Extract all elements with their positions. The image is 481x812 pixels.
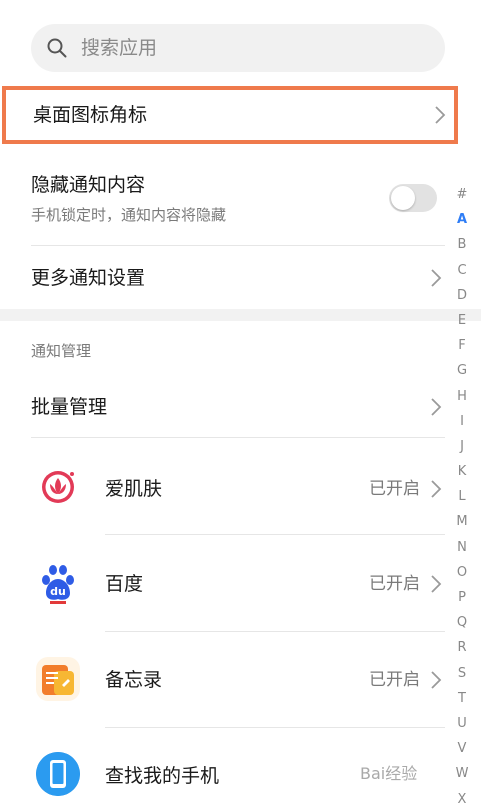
app-status: 已开启 [369,479,420,499]
index-letter[interactable]: O [452,560,472,585]
divider [105,727,445,728]
app-name: 百度 [105,573,144,595]
alphabet-index-bar[interactable]: # A B C D E F G H I J K L M N O P Q R S T U V W X [452,182,472,812]
desktop-badge-label: 桌面图标角标 [33,104,148,126]
index-letter[interactable]: V [452,736,472,761]
index-letter[interactable]: J [452,434,472,459]
index-letter[interactable]: I [452,409,472,434]
svg-text:du: du [50,585,66,598]
divider [31,437,445,438]
batch-manage-label: 批量管理 [31,396,108,418]
hide-content-sublabel: 手机锁定时，通知内容将隐藏 [31,206,227,224]
search-placeholder: 搜索应用 [81,37,158,59]
desktop-badge-row[interactable]: 桌面图标角标 [2,86,458,144]
app-status: 已开启 [369,574,420,594]
index-letter[interactable]: E [452,308,472,333]
index-letter[interactable]: A [452,207,472,232]
index-letter[interactable]: U [452,711,472,736]
index-letter[interactable]: W [452,761,472,786]
chevron-right-icon [435,106,446,124]
section-separator [0,309,481,321]
divider [31,245,445,246]
hide-content-toggle[interactable] [389,184,437,212]
index-letter[interactable]: L [452,484,472,509]
index-letter[interactable]: S [452,661,472,686]
index-letter[interactable]: N [452,535,472,560]
index-letter[interactable]: G [452,358,472,383]
chevron-right-icon [431,671,442,689]
toggle-knob [391,186,415,210]
index-letter[interactable]: X [452,787,472,812]
index-letter[interactable]: R [452,635,472,660]
hide-content-label: 隐藏通知内容 [31,174,146,196]
index-letter[interactable]: Q [452,610,472,635]
chevron-right-icon [431,575,442,593]
section-title: 通知管理 [31,342,92,360]
search-icon [47,38,67,58]
index-letter[interactable]: B [452,232,472,257]
app-name: 备忘录 [105,669,163,691]
app-name: 查找我的手机 [105,765,220,787]
baidu-paw-app-icon: du [36,561,80,605]
divider [105,631,445,632]
chevron-right-icon [431,480,442,498]
more-settings-label: 更多通知设置 [31,267,146,289]
index-letter[interactable]: C [452,258,472,283]
index-letter[interactable]: P [452,585,472,610]
chevron-right-icon [431,269,442,287]
app-name: 爱肌肤 [105,478,163,500]
watermark: Bai经验 [360,764,418,783]
search-bar[interactable]: 搜索应用 [31,24,445,72]
divider [105,534,445,535]
index-letter[interactable]: D [452,283,472,308]
index-letter[interactable]: F [452,333,472,358]
index-letter[interactable]: M [452,509,472,534]
index-letter[interactable]: T [452,686,472,711]
index-letter[interactable]: H [452,384,472,409]
index-letter[interactable]: K [452,459,472,484]
index-letter[interactable]: # [452,182,472,207]
lotus-app-icon [36,465,80,509]
app-status: 已开启 [369,670,420,690]
memo-app-icon [36,657,80,701]
chevron-right-icon [431,398,442,416]
find-phone-app-icon [36,752,80,796]
